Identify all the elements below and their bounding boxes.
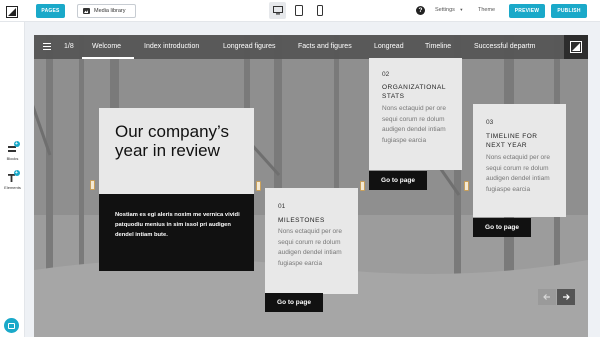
elements-add-icon: + [7,170,20,183]
resize-handle[interactable] [90,180,95,190]
card-timeline-next-year[interactable]: 03 TIMELINE FOR NEXT YEAR Nons ectaquid … [473,104,566,217]
tablet-icon [294,5,303,16]
chat-icon [8,322,15,329]
nav-item-welcome[interactable]: Welcome [92,43,121,50]
nav-item-facts-and-figures[interactable]: Facts and figures [298,43,352,50]
card-milestones[interactable]: 01 MILESTONES Nons ectaquid per ore sequ… [265,188,358,294]
go-to-page-button-03[interactable]: Go to page [473,218,531,237]
arrow-right-icon [563,294,570,300]
media-library-button[interactable]: Media library [77,4,136,18]
preview-button[interactable]: PREVIEW [509,4,545,18]
nav-item-timeline[interactable]: Timeline [425,43,451,50]
next-page-button[interactable] [557,289,575,305]
hero-title: Our company’s year in review [115,122,230,160]
active-nav-indicator [82,57,134,59]
chat-button[interactable] [4,318,19,333]
add-block-button[interactable]: + Blocks [0,141,25,161]
nav-item-longread[interactable]: Longread [374,43,404,50]
top-toolbar: PAGES Media library ? Settings ▼ Theme P… [0,0,600,22]
nav-item-index-introduction[interactable]: Index introduction [144,43,199,50]
desktop-icon [272,6,283,15]
card-body: Nons ectaquid per ore sequi corum re dol… [278,228,342,267]
card-title: TIMELINE FOR NEXT YEAR [486,133,538,149]
left-rail: + Blocks + Elements [0,6,25,337]
menu-icon[interactable] [43,43,51,50]
previous-page-button[interactable] [538,289,556,305]
hero-description-box[interactable]: Nostiam es egi aleris noxim me vernica v… [99,194,254,271]
blocks-label: Blocks [6,156,19,161]
card-number: 01 [278,203,286,210]
hero-description: Nostiam es egi aleris noxim me vernica v… [115,212,240,238]
card-body: Nons ectaquid per ore sequi corum re dol… [486,154,550,193]
arrow-left-icon [543,294,550,300]
pages-button[interactable]: PAGES [36,4,65,18]
nav-item-successful-department[interactable]: Successful departm [474,43,535,50]
theme-link[interactable]: Theme [478,7,495,13]
settings-menu[interactable]: Settings ▼ [435,7,463,13]
card-title: ORGANIZATIONAL STATS [382,84,446,100]
card-body: Nons ectaquid per ore sequi corum re dol… [382,105,446,144]
chevron-down-icon: ▼ [459,7,464,12]
elements-label: Elements [4,185,21,190]
media-library-label: Media library [94,8,126,14]
card-number: 03 [486,119,494,126]
desktop-view-button[interactable] [269,2,286,19]
resize-handle[interactable] [464,181,469,191]
card-number: 02 [382,71,390,78]
logo-icon [570,41,582,53]
resize-handle[interactable] [360,181,365,191]
hero-card[interactable]: Our company’s year in review [99,108,254,194]
mobile-view-button[interactable] [311,2,328,19]
card-organizational-stats[interactable]: 02 ORGANIZATIONAL STATS Nons ectaquid pe… [369,58,462,170]
go-to-page-button-01[interactable]: Go to page [265,293,323,312]
go-to-page-button-02[interactable]: Go to page [369,171,427,190]
blocks-add-icon: + [7,141,20,154]
resize-handle[interactable] [256,181,261,191]
image-icon [83,8,90,14]
app-logo-icon[interactable] [6,6,18,18]
page-counter: 1/8 [64,43,74,50]
mobile-icon [316,5,323,16]
publish-button[interactable]: PUBLISH [551,4,587,18]
add-element-button[interactable]: + Elements [0,170,25,190]
story-logo [564,35,588,59]
nav-item-longread-figures[interactable]: Longread figures [223,43,276,50]
story-navbar: 1/8 Welcome Index introduction Longread … [34,35,588,59]
help-icon[interactable]: ? [416,6,425,15]
settings-label: Settings [435,7,455,13]
card-title: MILESTONES [278,217,325,224]
tablet-view-button[interactable] [290,2,307,19]
